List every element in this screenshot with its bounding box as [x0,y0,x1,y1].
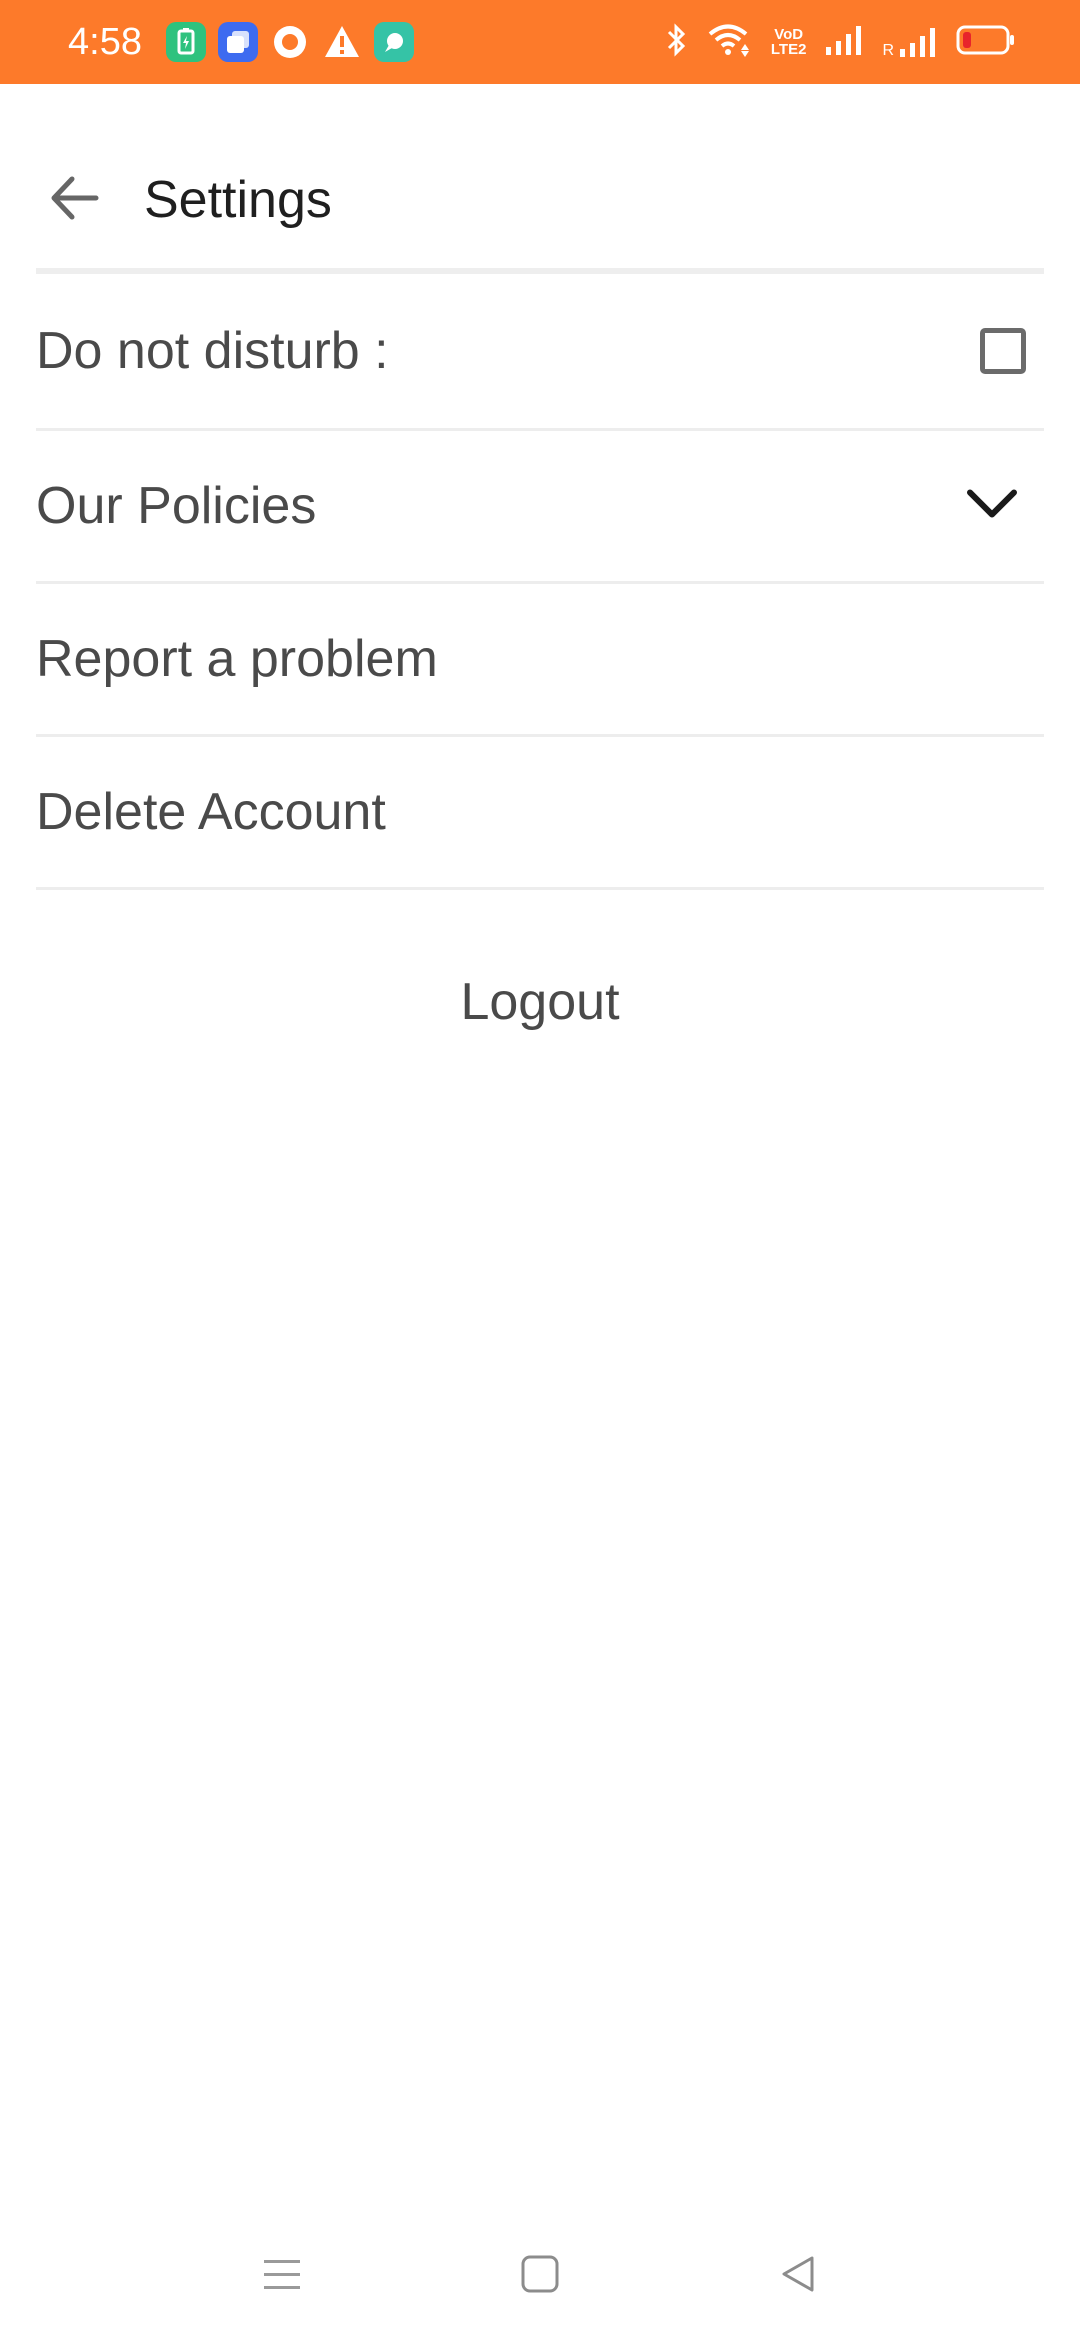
settings-list: Do not disturb : Our Policies Report a p… [36,274,1044,890]
status-bar: 4:58 VoD LTE2 R [0,0,1080,84]
report-problem-label: Report a problem [36,630,438,688]
roaming-label: R [882,42,894,59]
back-arrow-icon[interactable] [44,166,108,230]
app-header: Settings [36,144,1044,268]
app-clone-icon [218,22,258,62]
delete-account-row[interactable]: Delete Account [36,737,1044,890]
system-nav-bar [0,2210,1080,2340]
volte-top: VoD [774,26,804,43]
signal-1-icon [824,23,864,62]
home-icon[interactable] [500,2234,580,2314]
status-time: 4:58 [68,21,142,63]
do-not-disturb-label: Do not disturb : [36,322,389,380]
logout-button[interactable]: Logout [0,970,1080,1034]
our-policies-label: Our Policies [36,477,317,535]
do-not-disturb-row[interactable]: Do not disturb : [36,274,1044,431]
volte-bottom: LTE2 [770,41,807,58]
battery-low-icon [956,24,1016,61]
page-title: Settings [144,171,332,229]
notification-icons [166,22,414,62]
do-not-disturb-checkbox[interactable] [980,328,1026,374]
warning-icon [322,22,362,62]
ring-icon [270,22,310,62]
system-icons: VoD LTE2 R [665,22,1016,62]
back-triangle-icon[interactable] [758,2234,838,2314]
volte-indicator: VoD LTE2 [771,27,807,57]
delete-account-label: Delete Account [36,783,386,841]
chevron-down-icon[interactable] [966,487,1018,526]
bluetooth-icon [665,22,689,63]
chat-app-icon [374,22,414,62]
menu-icon[interactable] [242,2234,322,2314]
battery-saver-icon [166,22,206,62]
our-policies-row[interactable]: Our Policies [36,431,1044,584]
signal-2-icon: R [882,25,938,59]
wifi-icon [707,22,753,63]
report-problem-row[interactable]: Report a problem [36,584,1044,737]
